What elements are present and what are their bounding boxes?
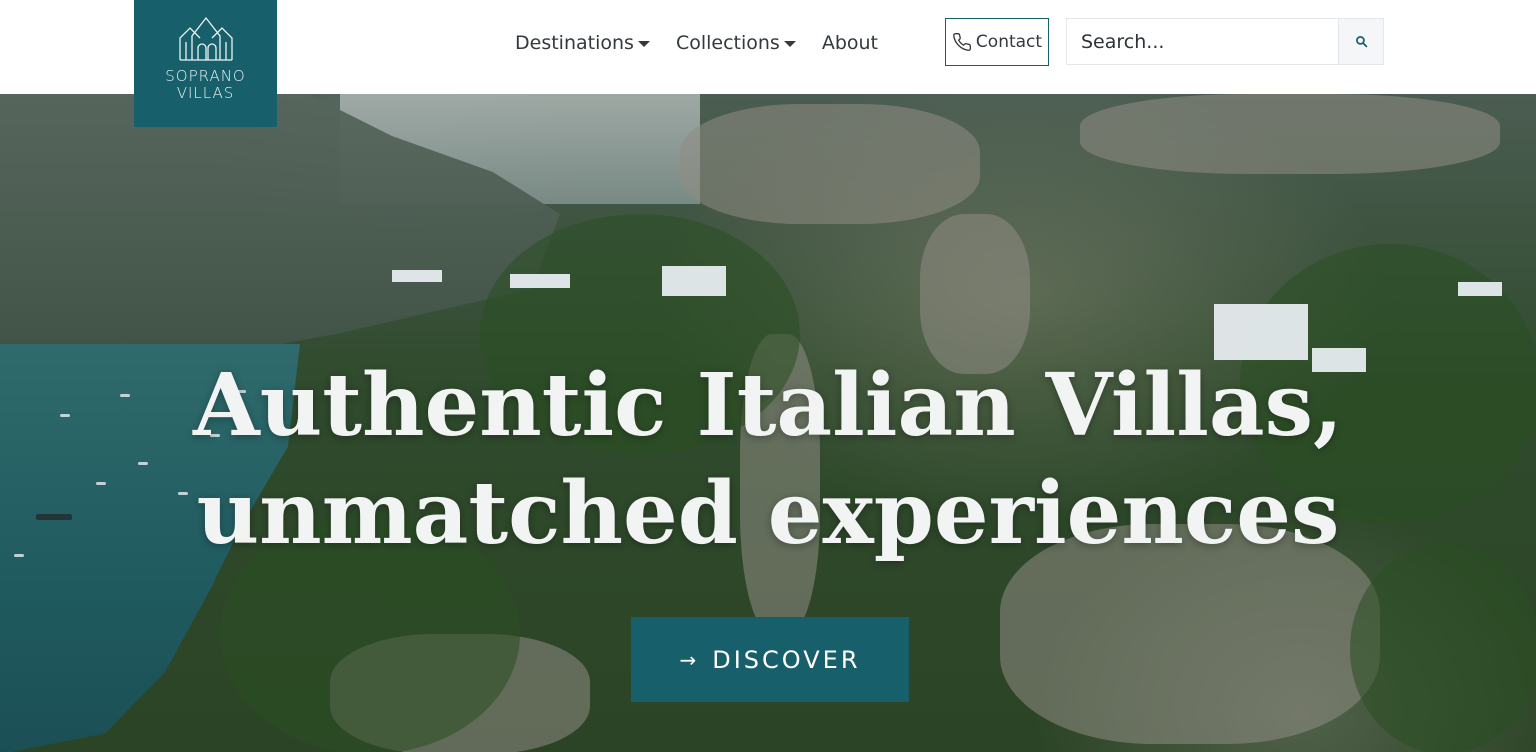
brand-line2: VILLAS: [176, 84, 235, 102]
discover-button[interactable]: → DISCOVER: [631, 617, 909, 702]
hero-headline-line1: Authentic Italian Villas,: [193, 355, 1343, 456]
arrow-right-icon: →: [679, 647, 697, 672]
search-button[interactable]: [1338, 19, 1383, 64]
hero-villa: [662, 266, 726, 296]
hero-cliff: [920, 214, 1030, 374]
nav-destinations[interactable]: Destinations: [515, 30, 650, 56]
hero-villa: [1458, 282, 1502, 296]
hero-cliff: [680, 104, 980, 224]
contact-button[interactable]: Contact: [945, 18, 1049, 66]
chevron-down-icon: [637, 41, 650, 47]
hero-villa: [392, 270, 442, 282]
nav-about-label: About: [821, 32, 879, 54]
search-icon: [1355, 36, 1367, 48]
search-bar: [1066, 18, 1384, 65]
hero-foliage: [1350, 544, 1536, 752]
nav-collections[interactable]: Collections: [676, 30, 796, 56]
hero-villa: [510, 274, 570, 288]
nav-collections-label: Collections: [675, 32, 780, 54]
hero-headline-line2: unmatched experiences: [196, 463, 1340, 564]
search-input[interactable]: [1067, 19, 1338, 64]
main-nav: Destinations Collections About: [515, 30, 904, 56]
chevron-down-icon: [783, 41, 796, 47]
brand-name: SOPRANO VILLAS: [165, 68, 245, 102]
hero-cliff: [1080, 94, 1500, 174]
phone-icon: [953, 32, 971, 51]
brand-line1: SOPRANO: [165, 67, 246, 85]
brand-logo[interactable]: SOPRANO VILLAS: [134, 0, 277, 127]
hero-headline: Authentic Italian Villas, unmatched expe…: [0, 352, 1536, 568]
nav-about[interactable]: About: [822, 30, 878, 56]
discover-label: DISCOVER: [712, 645, 861, 674]
contact-label: Contact: [975, 32, 1043, 52]
nav-destinations-label: Destinations: [515, 32, 634, 54]
villa-logo-icon: [178, 16, 233, 61]
